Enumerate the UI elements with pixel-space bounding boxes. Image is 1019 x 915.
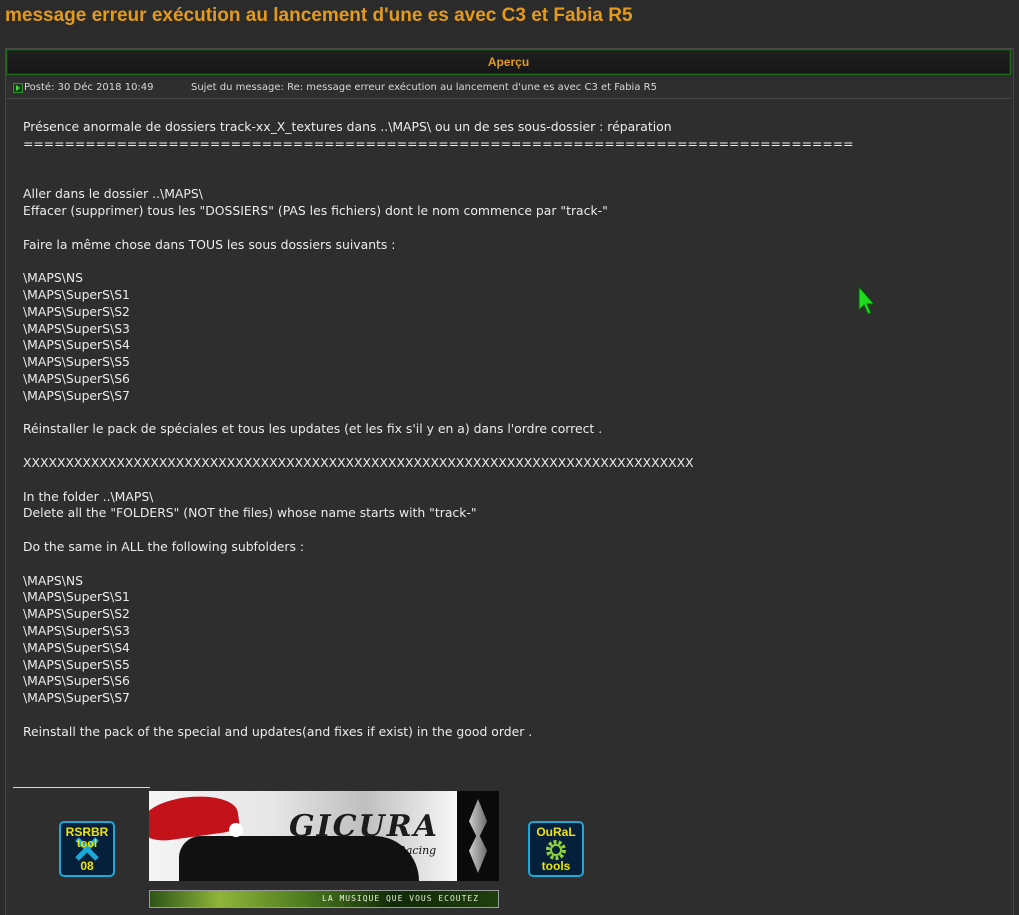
post-line: Effacer (supprimer) tous les "DOSSIERS" … <box>23 202 608 218</box>
rsrbr-tool-badge[interactable]: RSRBR tool 08 <box>59 821 115 877</box>
post-line: \MAPS\SuperS\S5 <box>23 656 130 672</box>
post-line: \MAPS\SuperS\S6 <box>23 673 130 689</box>
post-line <box>23 153 923 170</box>
post-line <box>23 472 923 489</box>
music-bar[interactable]: LA MUSIQUE QUE VOUS ECOUTEZ <box>149 890 499 908</box>
post-body: Présence anormale de dossiers track-xx_X… <box>23 119 923 740</box>
posted-date: 30 Déc 2018 10:49 <box>57 82 154 93</box>
oural-badge-top: OuRaL <box>536 825 576 839</box>
post-line: \MAPS\SuperS\S1 <box>23 589 130 605</box>
santa-hat-pom <box>229 823 243 837</box>
post-line: \MAPS\SuperS\S2 <box>23 303 130 319</box>
post-line: XXXXXXXXXXXXXXXXXXXXXXXXXXXXXXXXXXXXXXXX… <box>23 454 694 470</box>
post-line: Réinstaller le pack de spéciales et tous… <box>23 421 603 437</box>
post-line: Présence anormale de dossiers track-xx_X… <box>23 119 672 134</box>
oural-badge-bottom: tools <box>541 859 571 873</box>
subject-info: Sujet du message: Re: message erreur exé… <box>191 78 657 98</box>
subject-label: Sujet du message: <box>191 82 284 93</box>
topic-title[interactable]: message erreur exécution au lancement d'… <box>5 5 633 27</box>
post-meta-row: Posté: 30 Déc 2018 10:49 Sujet du messag… <box>6 78 1011 99</box>
post-line: \MAPS\SuperS\S7 <box>23 387 130 403</box>
post-line <box>23 220 923 237</box>
rsrbr-badge-middle: tool <box>76 838 98 850</box>
post-line: In the folder ..\MAPS\ <box>23 488 154 504</box>
post-line: \MAPS\SuperS\S1 <box>23 286 130 302</box>
post-line: Faire la même chose dans TOUS les sous d… <box>23 236 396 252</box>
emblem-icon <box>469 799 487 873</box>
posted-label: Posté: <box>24 82 55 93</box>
banner-emblem-panel <box>457 791 499 881</box>
subject-value: Re: message erreur exécution au lancemen… <box>287 82 657 93</box>
post-line: \MAPS\SuperS\S3 <box>23 622 130 638</box>
post-line: \MAPS\SuperS\S4 <box>23 639 130 655</box>
signature-divider <box>13 787 150 788</box>
post-line <box>23 169 923 186</box>
post-line: ========================================… <box>23 135 854 151</box>
post-line: \MAPS\NS <box>23 572 83 588</box>
post-line: \MAPS\SuperS\S7 <box>23 690 130 706</box>
posted-info: Posté: 30 Déc 2018 10:49 <box>24 78 154 98</box>
post-line: Delete all the "FOLDERS" (NOT the files)… <box>23 505 477 521</box>
post-line: \MAPS\NS <box>23 270 83 286</box>
post-line <box>23 556 923 573</box>
mouse-cursor-icon <box>858 286 876 315</box>
post-line <box>23 438 923 455</box>
post-line: Reinstall the pack of the special and up… <box>23 723 533 739</box>
post-line <box>23 405 923 422</box>
post-line <box>23 522 923 539</box>
banner-tagline: Gibson Custom Racing <box>309 844 437 857</box>
post-line <box>23 253 923 270</box>
post-line: Do the same in ALL the following subfold… <box>23 538 305 554</box>
music-bar-label: LA MUSIQUE QUE VOUS ECOUTEZ <box>322 894 480 903</box>
post-panel: Aperçu Posté: 30 Déc 2018 10:49 Sujet du… <box>5 48 1014 915</box>
post-line: \MAPS\SuperS\S4 <box>23 337 130 353</box>
preview-header: Aperçu <box>6 49 1011 75</box>
post-line: \MAPS\SuperS\S2 <box>23 606 130 622</box>
post-arrow-icon[interactable] <box>13 83 23 93</box>
post-line: \MAPS\SuperS\S3 <box>23 320 130 336</box>
banner-logo: GICURA <box>289 809 439 844</box>
rsrbr-badge-bottom: 08 <box>80 859 94 873</box>
post-line: \MAPS\SuperS\S5 <box>23 354 130 370</box>
post-line <box>23 707 923 724</box>
gicura-banner[interactable]: GICURA Gibson Custom Racing <box>149 791 457 881</box>
post-line: Aller dans le dossier ..\MAPS\ <box>23 186 203 202</box>
oural-tools-badge[interactable]: OuRaL tools <box>528 821 584 877</box>
post-line: \MAPS\SuperS\S6 <box>23 370 130 386</box>
